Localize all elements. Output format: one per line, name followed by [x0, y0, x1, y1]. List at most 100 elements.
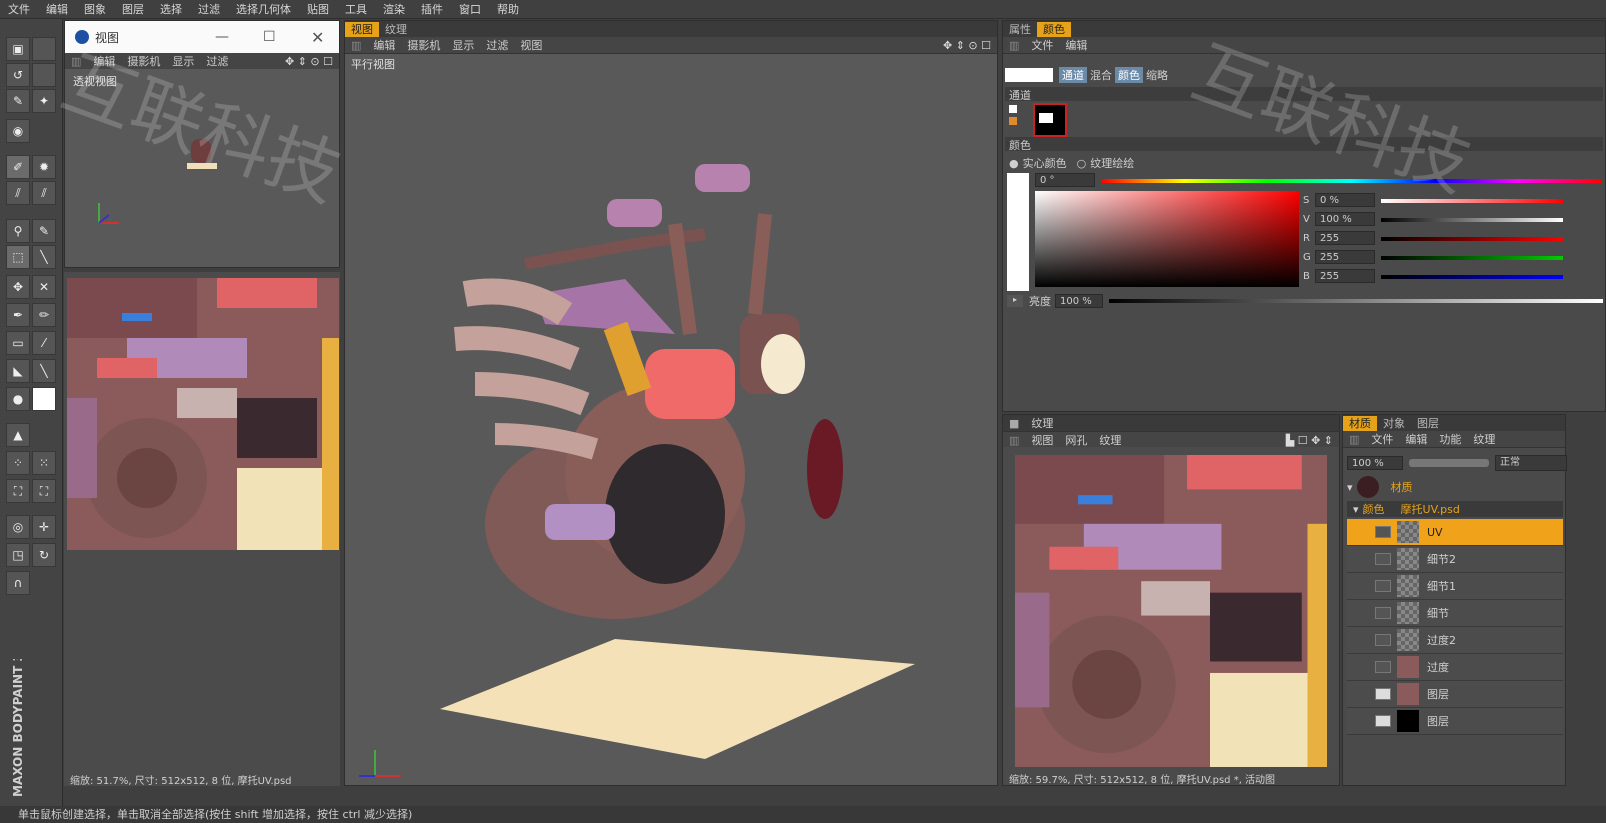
eraser-icon[interactable]: ▭: [6, 331, 30, 355]
mode-tab-channel[interactable]: 通道: [1059, 67, 1087, 83]
view-nav-icons[interactable]: ▙ ☐ ✥ ⇕: [1280, 434, 1339, 447]
field-value[interactable]: 0 %: [1315, 193, 1375, 207]
zoom-icon[interactable]: ⚲: [6, 219, 30, 243]
line-icon[interactable]: ╲: [32, 359, 56, 383]
menu-item[interactable]: 显示: [166, 53, 200, 69]
menu-item[interactable]: 摄影机: [121, 53, 166, 69]
uv-rotate-icon[interactable]: ↻: [32, 543, 56, 567]
tab-object[interactable]: 对象: [1377, 416, 1411, 431]
eye-icon[interactable]: [1375, 607, 1391, 619]
blank-tool-icon[interactable]: [32, 63, 56, 87]
menu-item[interactable]: 显示: [446, 37, 480, 53]
magnet-icon[interactable]: ∩: [6, 571, 30, 595]
menu-render[interactable]: 渲染: [375, 1, 413, 17]
swap-colors-icon[interactable]: [1009, 105, 1021, 129]
view-nav-icons[interactable]: ✥ ⇕ ⊙ ☐: [937, 39, 997, 52]
rect-select-icon[interactable]: ⬚: [6, 245, 30, 269]
eye-icon[interactable]: [1375, 661, 1391, 673]
rotate-icon[interactable]: ↺: [6, 63, 30, 87]
b-slider[interactable]: [1381, 275, 1563, 279]
field-value[interactable]: 100 %: [1315, 212, 1375, 226]
menu-tools[interactable]: 工具: [337, 1, 375, 17]
radio-solid-icon[interactable]: ●: [1009, 157, 1019, 170]
layer-row[interactable]: 细节: [1347, 600, 1563, 627]
menu-item[interactable]: 文件: [1365, 431, 1399, 447]
mode-tab-mix[interactable]: 混合: [1087, 67, 1115, 83]
undo-icon[interactable]: ▣: [6, 37, 30, 61]
menu-item[interactable]: 过滤: [200, 53, 234, 69]
menu-item[interactable]: 文件: [1025, 37, 1059, 53]
eyedropper-icon[interactable]: ⁄: [32, 331, 56, 355]
menu-item[interactable]: 纹理: [1467, 431, 1501, 447]
field-value[interactable]: 255: [1315, 231, 1375, 245]
menu-image[interactable]: 图象: [76, 1, 114, 17]
live-select-icon[interactable]: ◎: [6, 515, 30, 539]
eye-icon[interactable]: [1375, 553, 1391, 565]
render-icon[interactable]: ◉: [6, 119, 30, 143]
left-texture-view[interactable]: 缩放: 51.7%, 尺寸: 512x512, 8 位, 摩托UV.psd: [64, 272, 340, 787]
menu-window[interactable]: 窗口: [451, 1, 489, 17]
mesh-icon[interactable]: ▲: [6, 423, 30, 447]
hue-slider[interactable]: [1101, 179, 1601, 183]
menu-file[interactable]: 文件: [0, 1, 38, 17]
s-slider[interactable]: [1381, 199, 1563, 203]
texture-viewport[interactable]: [1003, 447, 1339, 767]
foreground-background-swatch[interactable]: [1033, 103, 1067, 137]
radio-texture-icon[interactable]: ○: [1077, 157, 1087, 170]
menu-item[interactable]: 编辑: [367, 37, 401, 53]
pencil-icon[interactable]: ✏: [32, 303, 56, 327]
maximize-icon[interactable]: ☐: [263, 29, 276, 45]
close-icon[interactable]: ✕: [311, 28, 324, 47]
r-slider[interactable]: [1381, 237, 1563, 241]
collapse-icon[interactable]: ▾: [1347, 481, 1353, 494]
menu-item[interactable]: 纹理: [1093, 432, 1127, 448]
color-swatch-icon[interactable]: [32, 387, 56, 411]
field-value[interactable]: 255: [1315, 269, 1375, 283]
tab-layer[interactable]: 图层: [1411, 416, 1445, 431]
menu-select[interactable]: 选择: [152, 1, 190, 17]
brightness-slider[interactable]: [1109, 299, 1603, 303]
menu-item[interactable]: 过滤: [480, 37, 514, 53]
fill-icon[interactable]: ◣: [6, 359, 30, 383]
tab-texture[interactable]: 纹理: [379, 22, 413, 37]
layer-row[interactable]: 过度: [1347, 654, 1563, 681]
layer-row[interactable]: 过度2: [1347, 627, 1563, 654]
brush-icon[interactable]: ✐: [6, 155, 30, 179]
menu-edit[interactable]: 编辑: [38, 1, 76, 17]
main-viewport[interactable]: 平行视图: [345, 54, 997, 785]
menu-item[interactable]: 功能: [1433, 431, 1467, 447]
pen-icon[interactable]: ✒: [6, 303, 30, 327]
material-row[interactable]: ▾ 材质: [1347, 475, 1563, 499]
expand-icon[interactable]: ▸: [1007, 295, 1023, 307]
view-nav-icons[interactable]: ✥ ⇕ ⊙ ☐: [279, 55, 339, 68]
field-value[interactable]: 255: [1315, 250, 1375, 264]
current-color-swatch[interactable]: [1005, 68, 1053, 82]
menu-item[interactable]: 视图: [514, 37, 548, 53]
v-slider[interactable]: [1381, 218, 1563, 222]
transform-icon[interactable]: ✕: [32, 275, 56, 299]
menu-item[interactable]: 编辑: [1399, 431, 1433, 447]
layer-row[interactable]: 细节2: [1347, 546, 1563, 573]
eye-icon[interactable]: [1375, 634, 1391, 646]
tab-attributes[interactable]: 属性: [1003, 22, 1037, 37]
eye-icon[interactable]: [1375, 580, 1391, 592]
minimize-icon[interactable]: —: [215, 29, 229, 45]
collapse-icon[interactable]: ▾: [1353, 503, 1359, 516]
menu-layer[interactable]: 图层: [114, 1, 152, 17]
tab-material[interactable]: 材质: [1343, 416, 1377, 431]
uv-polygons-icon[interactable]: ⛶: [6, 479, 30, 503]
eye-icon[interactable]: [1375, 688, 1391, 700]
magic-icon[interactable]: ✦: [32, 89, 56, 113]
opacity-slider[interactable]: [1409, 459, 1489, 467]
eye-icon[interactable]: [1375, 526, 1391, 538]
mode-tab-color[interactable]: 颜色: [1115, 67, 1143, 83]
uv-points-icon[interactable]: ⁘: [6, 451, 30, 475]
tab-view[interactable]: 视图: [345, 22, 379, 37]
menu-help[interactable]: 帮助: [489, 1, 527, 17]
redo-icon[interactable]: [32, 37, 56, 61]
lasso-icon[interactable]: ╲: [32, 245, 56, 269]
saturation-value-picker[interactable]: [1035, 191, 1299, 287]
stamp-icon[interactable]: ●: [6, 387, 30, 411]
tab-color[interactable]: 颜色: [1037, 22, 1071, 37]
channel-row[interactable]: ▾ 颜色 摩托UV.psd: [1347, 501, 1563, 517]
